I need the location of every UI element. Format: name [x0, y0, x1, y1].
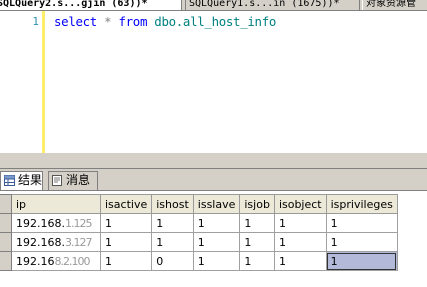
cell-isactive[interactable]: 1	[99, 232, 153, 252]
cell-isobject[interactable]: 1	[273, 213, 327, 233]
cell-isprivileges[interactable]: 1	[325, 213, 398, 233]
cell-ip[interactable]: 192.168.3.127	[11, 232, 101, 252]
table-row: 192.168.1.125 1 1 1 1 1 1	[0, 213, 398, 233]
cell-isslave[interactable]: 1	[192, 251, 241, 271]
ip-obscured-text: 8.2.100	[54, 254, 91, 268]
cell-isjob[interactable]: 1	[239, 251, 275, 271]
grid-icon	[4, 175, 15, 186]
cell-isobject[interactable]: 1	[273, 251, 327, 271]
results-table: ip isactive ishost isslave isjob isobjec…	[0, 194, 398, 271]
cell-ishost[interactable]: 1	[151, 213, 194, 233]
cell-ip[interactable]: 192.168.2.100	[11, 251, 101, 271]
column-header-isslave[interactable]: isslave	[192, 194, 241, 214]
header-row: ip isactive ishost isslave isjob isobjec…	[0, 194, 398, 214]
ip-visible-text: 192.168.	[16, 235, 65, 249]
cell-isjob[interactable]: 1	[239, 213, 275, 233]
document-tab-strip: SQLQuery2.s...gjin (63))* SQLQuery1.s...…	[0, 0, 427, 11]
tab-sqlquery2-label: SQLQuery2.s...gjin (63))*	[0, 0, 148, 9]
column-header-isactive[interactable]: isactive	[99, 194, 153, 214]
tab-results-label: 结果	[18, 173, 43, 187]
table-name: dbo.all_host_info	[154, 14, 277, 29]
keyword-from: from	[118, 14, 148, 29]
cell-isactive[interactable]: 1	[99, 213, 153, 233]
ip-obscured-text: 1.125	[64, 216, 92, 230]
column-header-isobject[interactable]: isobject	[273, 194, 327, 214]
results-grid[interactable]: ip isactive ishost isslave isjob isobjec…	[0, 191, 427, 287]
table-row: 192.168.3.127 1 1 1 1 1 1	[0, 232, 398, 252]
row-header[interactable]	[0, 213, 12, 233]
cell-isslave[interactable]: 1	[192, 232, 241, 252]
table-row: 192.168.2.100 1 0 1 1 1 1	[0, 251, 398, 271]
ip-visible-text: 192.16	[16, 254, 55, 268]
tab-results[interactable]: 结果	[0, 171, 43, 190]
cell-isjob[interactable]: 1	[239, 232, 275, 252]
tab-sqlquery1[interactable]: SQLQuery1.s...in (1675))*	[185, 0, 360, 10]
keyword-select: select	[54, 14, 97, 29]
column-header-ip[interactable]: ip	[11, 194, 101, 214]
cell-isactive[interactable]: 1	[99, 251, 153, 271]
editor-results-splitter[interactable]	[0, 153, 427, 169]
column-header-isprivileges[interactable]: isprivileges	[325, 194, 398, 214]
sql-code-line[interactable]: select * from dbo.all_host_info	[54, 14, 276, 29]
cell-ishost[interactable]: 0	[151, 251, 194, 271]
star-operator: *	[104, 14, 112, 29]
query-editor[interactable]: 1 select * from dbo.all_host_info	[0, 11, 427, 153]
tab-messages[interactable]: 消息	[48, 171, 98, 190]
column-header-ishost[interactable]: ishost	[151, 194, 194, 214]
ip-visible-text: 192.168.	[16, 216, 65, 230]
line-number: 1	[32, 15, 39, 28]
column-header-isjob[interactable]: isjob	[239, 194, 275, 214]
cell-ishost[interactable]: 1	[151, 232, 194, 252]
corner-cell[interactable]	[0, 194, 12, 214]
tab-sqlquery1-label: SQLQuery1.s...in (1675))*	[189, 0, 340, 9]
results-tab-strip: 结果 消息	[0, 169, 427, 191]
row-header[interactable]	[0, 251, 12, 271]
cell-isobject[interactable]: 1	[273, 232, 327, 252]
change-indicator-bar	[42, 11, 45, 153]
message-icon	[52, 175, 62, 186]
tab-object-explorer[interactable]: 对象资源管	[362, 0, 427, 10]
selected-cell-isprivileges[interactable]: 1	[325, 251, 398, 271]
row-header[interactable]	[0, 232, 12, 252]
ip-obscured-text: 3.127	[64, 235, 92, 249]
tab-messages-label: 消息	[66, 173, 91, 187]
cell-isslave[interactable]: 1	[192, 213, 241, 233]
tab-object-explorer-label: 对象资源管	[366, 0, 416, 9]
cell-isprivileges[interactable]: 1	[325, 232, 398, 252]
tab-sqlquery2[interactable]: SQLQuery2.s...gjin (63))*	[0, 0, 182, 10]
cell-ip[interactable]: 192.168.1.125	[11, 213, 101, 233]
